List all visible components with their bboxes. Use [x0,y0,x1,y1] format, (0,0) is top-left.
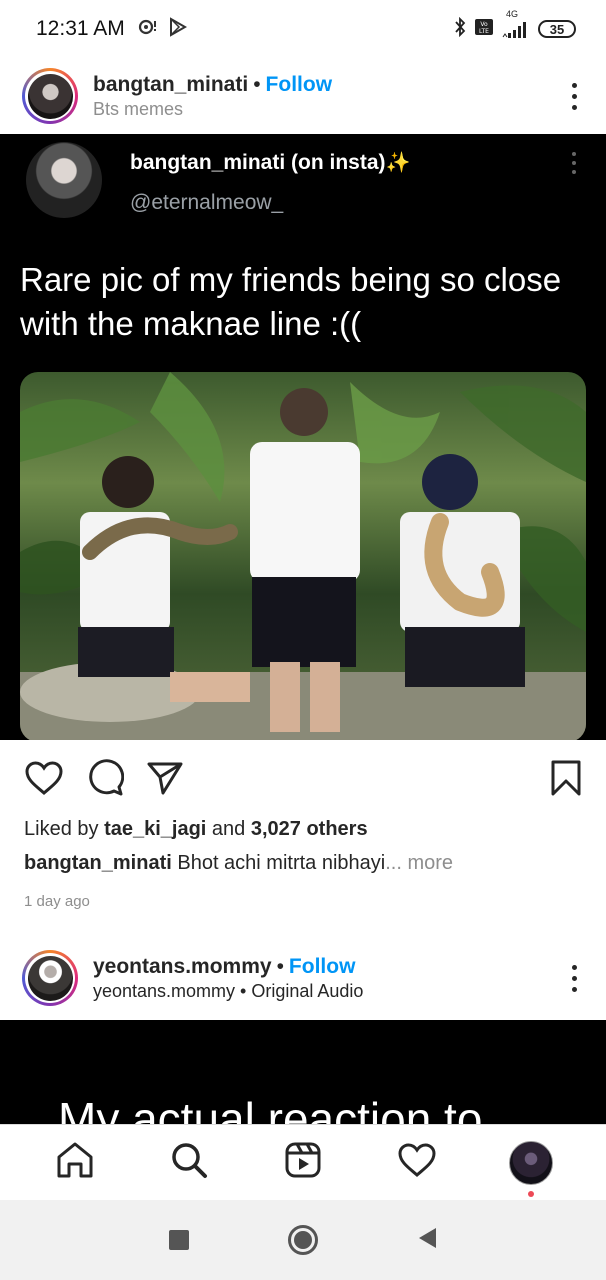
nav-profile[interactable] [501,1133,561,1197]
nav-search[interactable] [159,1133,219,1193]
play-store-icon [169,16,187,42]
story-ring-2[interactable] [22,950,78,1006]
status-bar: 12:31 AM Vo LTE 4G 35 [0,0,606,58]
svg-text:Vo: Vo [480,21,488,28]
profile-avatar [509,1140,553,1185]
back-button[interactable] [365,1226,489,1255]
post-media-2[interactable]: My actual reaction to [0,1020,606,1124]
caption-text: Bhot achi mitrta nibhayi [171,852,386,874]
bluetooth-icon [454,16,466,42]
recents-button[interactable] [117,1230,241,1250]
tweet-more-icon [572,152,576,174]
reels-icon [284,1141,322,1184]
avatar [27,73,73,119]
share-icon[interactable] [146,760,184,796]
post-caption: bangtan_minati Bhot achi mitrta nibhayi.… [24,852,584,875]
nav-reels[interactable] [273,1133,333,1193]
tweet-avatar [26,142,102,218]
search-icon [170,1141,208,1184]
like-heart-icon[interactable] [24,760,64,796]
notification-icon [137,18,159,41]
volte-icon: Vo LTE [474,18,494,41]
battery-indicator: 35 [538,20,576,38]
post-username[interactable]: bangtan_minati [93,73,248,97]
separator-2: • [276,954,284,978]
post-media[interactable]: bangtan_minati (on insta)✨ @eternalmeow_… [0,134,606,740]
post-actions [0,740,606,816]
caption-username[interactable]: bangtan_minati [24,852,172,874]
post-subtitle: Bts memes [93,98,184,119]
post-timestamp: 1 day ago [24,893,90,910]
post-header-2: yeontans.mommy • Follow yeontans.mommy •… [0,940,606,1016]
follow-button-2[interactable]: Follow [289,955,356,979]
comment-icon[interactable] [86,759,124,797]
activity-heart-icon [397,1142,437,1183]
audio-label[interactable]: yeontans.mommy • Original Audio [93,981,363,1002]
follow-button[interactable]: Follow [266,73,333,97]
svg-text:LTE: LTE [479,28,489,35]
reel-caption-text: My actual reaction to [58,1093,483,1124]
back-icon [416,1226,438,1255]
liker-username[interactable]: tae_ki_jagi [104,818,206,840]
home-circle-icon [288,1225,318,1255]
tweet-display-name: bangtan_minati (on insta) [130,151,386,174]
likes-count[interactable]: Liked by tae_ki_jagi and 3,027 others [24,818,368,841]
story-ring[interactable] [22,68,78,124]
system-navigation [0,1200,606,1280]
nav-activity[interactable] [387,1133,447,1193]
home-button[interactable] [241,1225,365,1255]
save-bookmark-icon[interactable] [550,759,582,797]
nav-home[interactable] [45,1133,105,1193]
avatar-2 [27,955,73,1001]
recents-icon [169,1230,189,1250]
status-time: 12:31 AM [36,17,125,40]
tweet-photo [20,372,586,740]
network-type: 4G [506,9,519,19]
tweet-text: Rare pic of my friends being so close wi… [20,261,562,342]
post-username-2[interactable]: yeontans.mommy [93,955,272,979]
signal-icon: 4G [502,9,530,39]
post-header: bangtan_minati • Follow Bts memes [0,58,606,134]
tweet-header: bangtan_minati (on insta)✨ @eternalmeow_ [26,142,410,218]
notification-dot [528,1190,534,1197]
sparkle-icon: ✨ [385,152,411,174]
others-count[interactable]: 3,027 others [251,818,368,840]
bottom-navigation [0,1124,606,1200]
tweet-handle: @eternalmeow_ [130,191,284,214]
home-icon [55,1141,95,1184]
caption-more-link[interactable]: ... more [385,852,453,874]
more-options-icon[interactable] [564,82,584,110]
separator: • [253,72,261,96]
more-options-icon-2[interactable] [564,964,584,992]
